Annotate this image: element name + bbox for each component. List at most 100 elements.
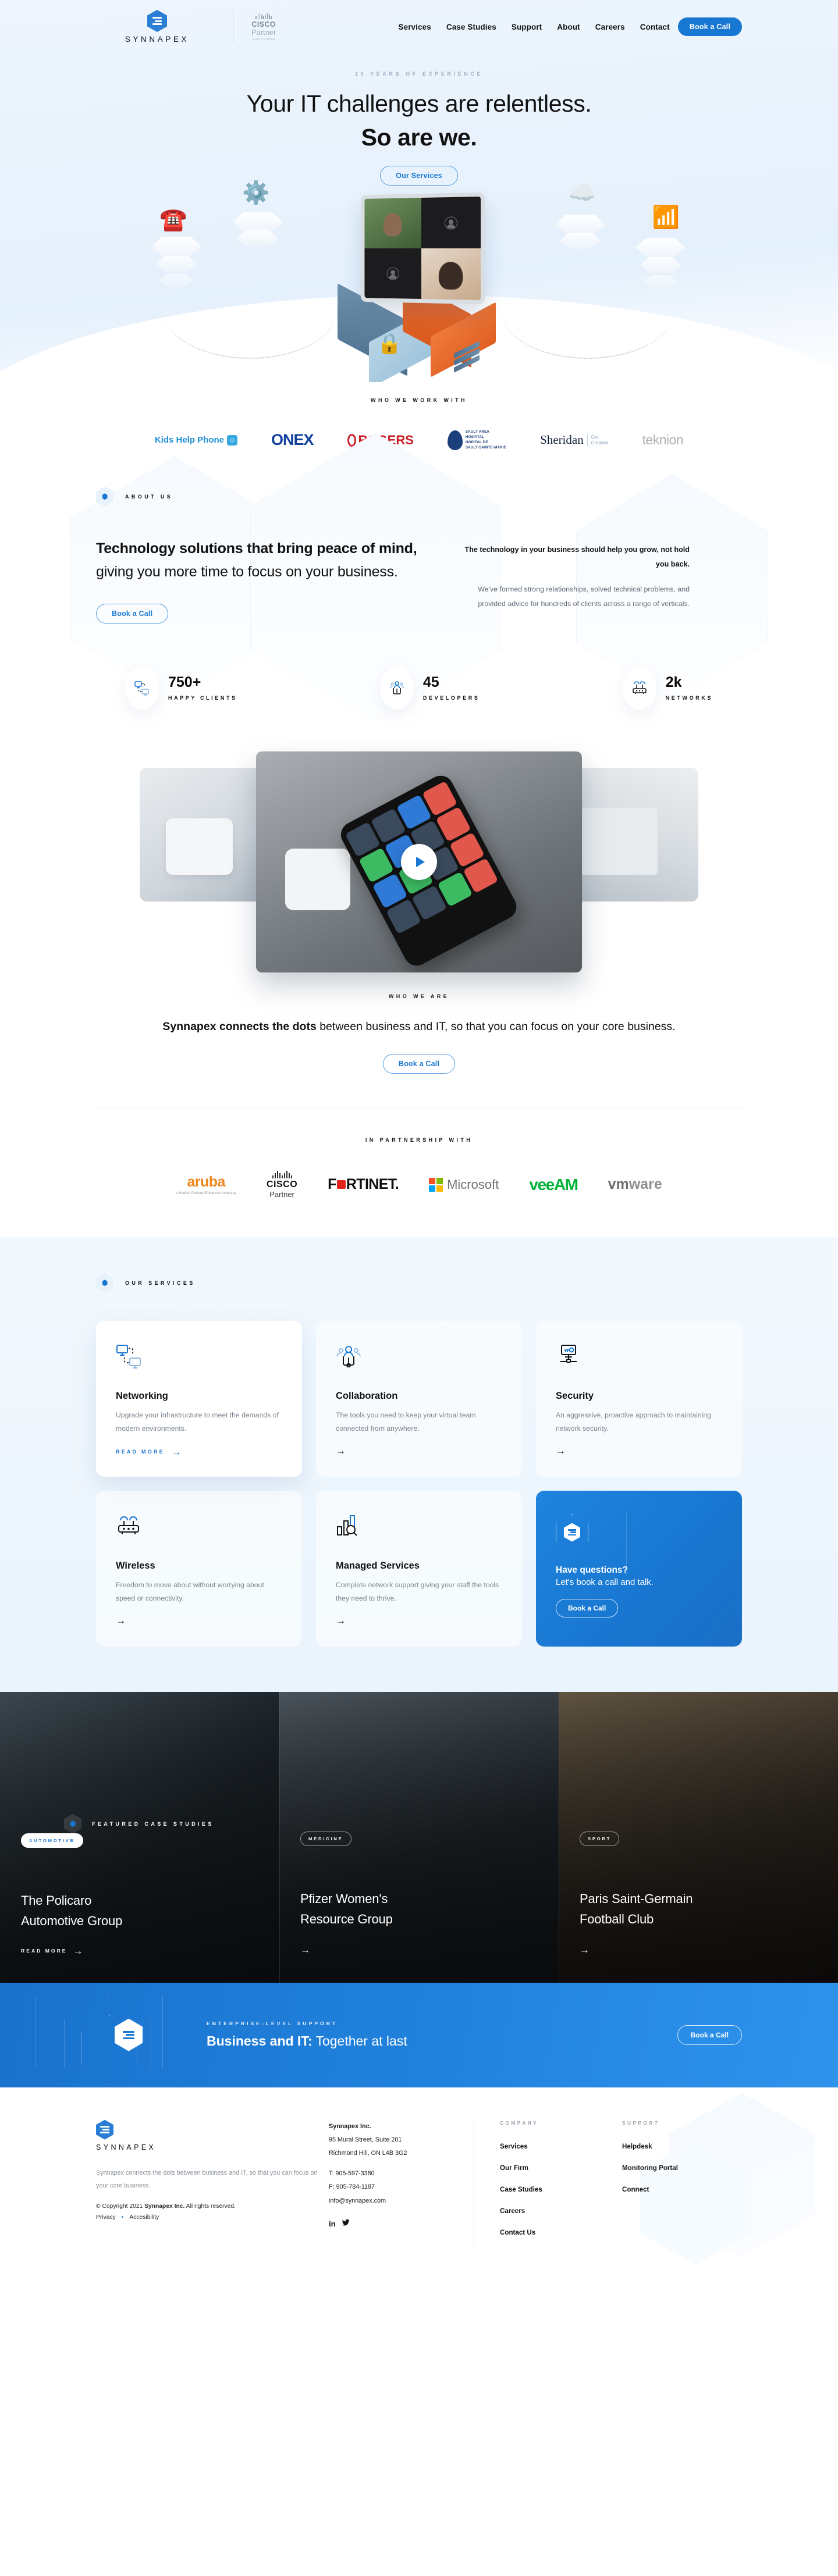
wifi-icon: 📶 bbox=[652, 205, 680, 230]
nav-item-support[interactable]: Support bbox=[512, 23, 542, 31]
nav-book-a-call-button[interactable]: Book a Call bbox=[677, 17, 742, 36]
who-we-are-book-a-call-button[interactable]: Book a Call bbox=[382, 1053, 456, 1074]
service-card-managed-services[interactable]: Managed Services Complete network suppor… bbox=[316, 1490, 522, 1647]
footer-copyright-brand: Synnapex Inc. bbox=[144, 2203, 185, 2210]
service-arrow-wireless[interactable]: → bbox=[116, 1615, 282, 1627]
footer-accessibility-link[interactable]: Accesibility bbox=[129, 2214, 159, 2221]
pedestal-2 bbox=[233, 212, 283, 232]
stat-developers: 45 DEVELOPERS bbox=[379, 666, 480, 710]
people-group-icon-collab bbox=[336, 1344, 502, 1371]
nav-item-case-studies[interactable]: Case Studies bbox=[446, 23, 496, 31]
footer-company-name: Synnapex Inc. bbox=[329, 2122, 371, 2130]
case-study-card-pfizer[interactable]: MEDICINE Pfizer Women's Resource Group → bbox=[279, 1691, 559, 1983]
nav-item-services[interactable]: Services bbox=[398, 23, 431, 31]
promo-book-a-call-button[interactable]: Book a Call bbox=[556, 1598, 619, 1617]
services-label-row: OUR SERVICES bbox=[96, 1273, 742, 1293]
footer-link-services[interactable]: Services bbox=[500, 2143, 528, 2150]
twitter-icon[interactable] bbox=[342, 2216, 350, 2232]
about-cta-row: Book a Call bbox=[96, 603, 422, 623]
footer-privacy-link[interactable]: Privacy bbox=[96, 2214, 116, 2221]
service-arrow-managed[interactable]: → bbox=[336, 1615, 502, 1627]
call-tile-3 bbox=[364, 248, 421, 299]
hero-our-services-button[interactable]: Our Services bbox=[380, 165, 458, 186]
service-arrow-security[interactable]: → bbox=[556, 1445, 722, 1457]
fortinet-red-square-icon bbox=[336, 1180, 346, 1189]
logo-brand[interactable]: SYNNAPEX bbox=[96, 10, 218, 44]
enterprise-cta-heading-bold: Business and IT: bbox=[207, 2033, 313, 2049]
cisco-bars-icon bbox=[255, 12, 272, 19]
case-studies-label-row: FEATURED CASE STUDIES bbox=[64, 1813, 214, 1834]
partner-logo-row: aruba a Hewlett Packard Enterprise compa… bbox=[0, 1170, 838, 1199]
key-node-icon bbox=[556, 1344, 722, 1371]
play-button[interactable] bbox=[401, 843, 437, 880]
about-label: ABOUT US bbox=[125, 493, 173, 500]
who-we-are-bold: Synnapex connects the dots bbox=[162, 1020, 317, 1033]
footer-grid: SYNNAPEX Synnapex connects the dots betw… bbox=[96, 2119, 742, 2249]
client-logo-onex: ONEX bbox=[271, 431, 314, 449]
arrow-right-icon: → bbox=[171, 1446, 184, 1458]
footer-logo[interactable]: SYNNAPEX bbox=[96, 2119, 329, 2151]
service-card-networking[interactable]: Networking Upgrade your infrastructure t… bbox=[96, 1320, 302, 1477]
footer-link-monitoring-portal[interactable]: Monitoring Portal bbox=[622, 2164, 678, 2172]
case-arrow-pfizer[interactable]: → bbox=[300, 1944, 538, 1956]
nav-item-about[interactable]: About bbox=[557, 23, 580, 31]
list-item: Monitoring Portal bbox=[622, 2162, 719, 2173]
stat-happy-clients: 750+ HAPPY CLIENTS bbox=[125, 666, 237, 710]
desk-phone-icon: ☎️ bbox=[159, 207, 187, 232]
footer-link-careers[interactable]: Careers bbox=[500, 2207, 525, 2215]
stat-text-1: 750+ HAPPY CLIENTS bbox=[168, 675, 237, 701]
nav-item-careers[interactable]: Careers bbox=[595, 23, 625, 31]
cisco-partner-label: Partner bbox=[251, 28, 276, 37]
footer-column-support: SUPPORT Helpdesk Monitoring Portal Conne… bbox=[596, 2120, 719, 2249]
footer-column-support-heading: SUPPORT bbox=[622, 2119, 660, 2126]
nav-item-contact[interactable]: Contact bbox=[640, 23, 670, 31]
service-arrow-collaboration[interactable]: → bbox=[336, 1445, 502, 1457]
footer-column-company-list: Services Our Firm Case Studies Careers C… bbox=[500, 2141, 596, 2237]
hero-headline-line1: Your IT challenges are relentless. bbox=[246, 90, 592, 117]
enterprise-cta-book-a-call-button[interactable]: Book a Call bbox=[677, 2025, 742, 2045]
stat-text-3: 2k NETWORKS bbox=[666, 675, 713, 701]
linkedin-icon[interactable]: in bbox=[329, 2216, 336, 2232]
partner-logo-microsoft: Microsoft bbox=[429, 1177, 499, 1192]
footer-copyright-post: All rights reserved. bbox=[184, 2203, 236, 2210]
hero-cta-row: Our Services bbox=[0, 165, 838, 186]
vmware-rest: ware bbox=[628, 1176, 662, 1193]
client-logo-sault-text: SAULT AREA HOSPITAL HÔPITAL DE SAULT-SAI… bbox=[466, 430, 506, 451]
case-study-card-policaro[interactable]: AUTOMOTIVE The Policaro Automotive Group… bbox=[0, 1691, 279, 1983]
footer-email[interactable]: info@synnapex.com bbox=[329, 2194, 474, 2208]
microsoft-squares-icon bbox=[429, 1177, 443, 1192]
service-card-collaboration[interactable]: Collaboration The tools you need to keep… bbox=[316, 1320, 522, 1477]
partner-logo-veeam: veeAM bbox=[529, 1175, 578, 1193]
footer-link-our-firm[interactable]: Our Firm bbox=[500, 2164, 528, 2172]
pedestal-4b bbox=[640, 256, 681, 273]
stat-icon-bubble-1 bbox=[125, 666, 159, 710]
footer-copyright: © Copyright 2021 Synnapex Inc. All right… bbox=[96, 2203, 329, 2210]
footer-link-case-studies[interactable]: Case Studies bbox=[500, 2186, 542, 2193]
sault-swirl-icon bbox=[447, 430, 463, 450]
router-icon-wireless bbox=[116, 1514, 282, 1541]
footer-address-block: Synnapex Inc. 95 Mural Street, Suite 201… bbox=[329, 2119, 474, 2249]
service-desc-security: An aggressive, proactive approach to mai… bbox=[556, 1410, 711, 1433]
network-screens-icon bbox=[134, 680, 149, 696]
router-icon bbox=[632, 680, 647, 694]
service-desc-collaboration: The tools you need to keep your virtual … bbox=[336, 1410, 476, 1433]
earbuds-image bbox=[285, 848, 351, 911]
service-card-wireless[interactable]: Wireless Freedom to move about without w… bbox=[96, 1490, 302, 1647]
footer-link-contact-us[interactable]: Contact Us bbox=[500, 2229, 535, 2236]
about-book-a-call-button[interactable]: Book a Call bbox=[96, 603, 169, 623]
video-player[interactable] bbox=[256, 751, 582, 972]
service-card-security[interactable]: Security An aggressive, proactive approa… bbox=[536, 1320, 742, 1477]
footer-link-helpdesk[interactable]: Helpdesk bbox=[622, 2143, 652, 2150]
fortinet-pre: F bbox=[328, 1176, 336, 1193]
footer-fax: F: 905-784-1187 bbox=[329, 2183, 375, 2191]
footer-link-connect[interactable]: Connect bbox=[622, 2186, 649, 2193]
case-read-more-policaro[interactable]: READ MORE → bbox=[21, 1946, 258, 1956]
case-arrow-psg[interactable]: → bbox=[580, 1944, 817, 1956]
service-read-more-networking[interactable]: READ MORE → bbox=[116, 1447, 282, 1457]
footer-description: Synnapex connects the dots between busin… bbox=[96, 2169, 318, 2190]
footer-brand-block: SYNNAPEX Synnapex connects the dots betw… bbox=[96, 2119, 329, 2249]
about-heading-bold2: peace of mind, bbox=[317, 540, 417, 557]
vmware-bold: vm bbox=[608, 1176, 629, 1193]
case-study-card-psg[interactable]: SPORT Paris Saint-Germain Football Club … bbox=[559, 1691, 838, 1983]
cisco-partner-2: Partner bbox=[269, 1189, 294, 1199]
